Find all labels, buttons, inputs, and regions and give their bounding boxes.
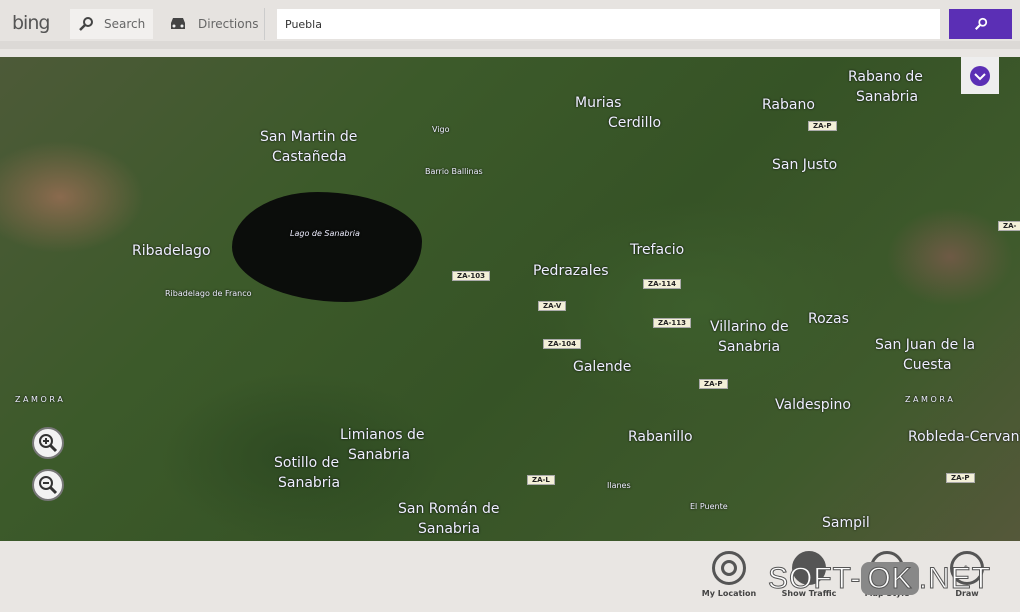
map-view[interactable]: Rabano Rabano de Sanabria Murias Cerdillo San… <box>0 57 1020 541</box>
place-label: Ribadelago <box>132 243 211 259</box>
road-shield: ZA-114 <box>643 279 682 289</box>
place-label: Rabanillo <box>628 429 693 445</box>
search-submit-button[interactable] <box>949 9 1012 39</box>
zoom-out-icon <box>39 476 58 495</box>
place-label: Pedrazales <box>533 263 609 279</box>
action-label: My Location <box>701 589 757 598</box>
place-label: Ribadelago de Franco <box>165 289 252 298</box>
road-shield: ZA-V <box>538 301 567 311</box>
place-label: Sanabria <box>278 475 341 491</box>
place-label: Rozas <box>808 311 849 327</box>
place-label: Murias <box>575 95 622 111</box>
road-shield: ZA-103 <box>452 271 491 281</box>
place-label: San Juan de la <box>875 337 976 353</box>
place-label: Barrio Ballinas <box>425 167 483 176</box>
place-label: Vigo <box>432 125 450 134</box>
lake <box>232 192 422 302</box>
place-label: Cuesta <box>903 357 952 373</box>
road-shield: ZA- <box>998 221 1020 231</box>
place-label: Castañeda <box>272 149 347 165</box>
place-label: Sanabria <box>718 339 781 355</box>
place-label: Sotillo de <box>274 455 340 471</box>
place-label: San Justo <box>772 157 838 173</box>
zoom-in-icon <box>39 434 58 453</box>
bing-logo: bing <box>12 12 50 34</box>
zoom-in-button[interactable] <box>32 427 64 459</box>
place-label: Rabano <box>762 97 815 113</box>
place-label: Sampil <box>822 515 870 531</box>
watermark: SOFT- OK .NET <box>767 562 992 596</box>
my-location-button[interactable]: My Location <box>694 551 764 598</box>
road-shield: ZA-104 <box>543 339 582 349</box>
road-shield: ZA-P <box>699 379 728 389</box>
place-label: Valdespino <box>775 397 851 413</box>
road-shield: ZA-113 <box>653 318 692 328</box>
place-label: Lago de Sanabria <box>290 229 360 238</box>
place-label: Z A M O R A <box>905 395 953 404</box>
search-icon <box>79 17 93 31</box>
divider <box>264 8 265 40</box>
place-label: Robleda-Cervantes <box>908 429 1020 445</box>
road-shield: ZA-P <box>946 473 975 483</box>
place-label: Cerdillo <box>608 115 662 131</box>
target-icon <box>712 551 746 585</box>
place-label: Trefacio <box>630 242 685 258</box>
search-button-label: Search <box>104 17 146 31</box>
place-label: Sanabria <box>418 521 481 537</box>
place-label: Rabano de <box>848 69 923 85</box>
chevron-down-icon <box>970 65 990 86</box>
place-label: Sanabria <box>348 447 411 463</box>
search-icon <box>974 17 987 31</box>
directions-button-label: Directions <box>198 17 259 31</box>
directions-button[interactable]: Directions <box>160 9 266 39</box>
search-button[interactable]: Search <box>70 9 154 39</box>
place-label: Z A M O R A <box>15 395 63 404</box>
top-app-bar: bing Search Directions <box>0 0 1020 49</box>
road-shield: ZA-P <box>808 121 837 131</box>
search-input[interactable] <box>277 9 940 39</box>
car-icon <box>171 18 185 29</box>
place-label: San Román de <box>398 501 500 517</box>
place-label: San Martin de <box>260 129 358 145</box>
place-label: Ilanes <box>607 481 631 490</box>
place-label: Galende <box>573 359 632 375</box>
expand-panel-button[interactable] <box>961 57 999 94</box>
place-label: Limianos de <box>340 427 425 443</box>
place-label: El Puente <box>690 502 728 511</box>
place-label: Villarino de <box>710 319 789 335</box>
place-label: Sanabria <box>856 89 919 105</box>
zoom-out-button[interactable] <box>32 469 64 501</box>
road-shield: ZA-L <box>527 475 555 485</box>
